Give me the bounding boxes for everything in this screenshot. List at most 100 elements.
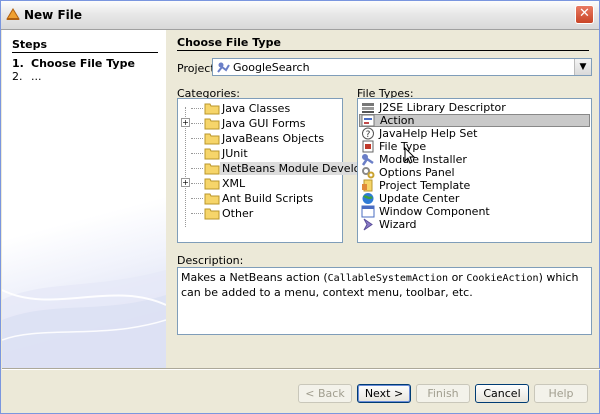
finish-button[interactable]: Finish <box>416 384 470 403</box>
description-part: or <box>448 271 467 284</box>
project-icon <box>217 62 230 73</box>
file-type-label: Module Installer <box>379 153 467 166</box>
tree-branch <box>191 183 203 184</box>
tree-branch <box>191 198 203 199</box>
tree-item-label: Java Classes <box>222 102 291 115</box>
file-type-label: Update Center <box>379 192 460 205</box>
file-type-label: Window Component <box>379 205 490 218</box>
mouse-pointer-icon <box>404 147 416 164</box>
file-type-wizard[interactable]: Wizard <box>359 218 590 231</box>
folder-icon <box>204 178 220 190</box>
folder-icon <box>204 193 220 205</box>
file-type-action[interactable]: Action <box>359 114 590 127</box>
tree-branch <box>191 108 203 109</box>
button-bar-divider-highlight <box>2 369 600 370</box>
tree-item-ant-build-scripts[interactable]: Ant Build Scripts <box>178 191 342 206</box>
library-icon <box>362 103 374 113</box>
tree-branch <box>191 153 203 154</box>
chevron-down-icon[interactable]: ▼ <box>574 59 591 75</box>
step-number: 2. <box>12 70 23 83</box>
file-type-label: J2SE Library Descriptor <box>379 101 506 114</box>
description-code: CallableSystemAction <box>327 273 449 284</box>
project-template-icon <box>362 179 373 192</box>
folder-icon <box>204 103 220 115</box>
file-type-j2se-library-descriptor[interactable]: J2SE Library Descriptor <box>359 101 590 114</box>
options-panel-icon <box>362 167 375 179</box>
file-type-file-type[interactable]: File Type <box>359 140 590 153</box>
step-number: 1. <box>12 57 24 70</box>
tree-branch <box>191 138 203 139</box>
tree-item-junit[interactable]: JUnit <box>178 146 342 161</box>
file-types-list[interactable]: J2SE Library Descriptor Action ? JavaHel… <box>357 98 592 243</box>
steps-title: Steps <box>12 38 48 51</box>
description-code: CookieAction <box>466 273 539 284</box>
project-value: GoogleSearch <box>233 61 310 74</box>
help-icon: ? <box>362 127 374 140</box>
tree-item-label: JUnit <box>222 147 248 160</box>
file-type-label: Options Panel <box>379 166 455 179</box>
folder-icon <box>204 148 220 160</box>
update-center-icon <box>362 193 374 204</box>
file-type-label: File Type <box>379 140 427 153</box>
expand-icon[interactable]: + <box>181 178 190 187</box>
window-component-icon <box>361 205 375 218</box>
file-type-module-installer[interactable]: Module Installer <box>359 153 590 166</box>
folder-icon <box>204 118 220 130</box>
svg-text:?: ? <box>366 130 371 140</box>
tree-item-label: JavaBeans Objects <box>222 132 325 145</box>
wizard-icon <box>363 218 373 231</box>
file-type-options-panel[interactable]: Options Panel <box>359 166 590 179</box>
window-title: New File <box>24 8 83 22</box>
description-text: Makes a NetBeans action (CallableSystemA… <box>177 267 592 335</box>
next-button[interactable]: Next > <box>357 384 411 403</box>
new-file-dialog: New File ✕ Steps 1. Choose File Type 2...… <box>0 0 600 414</box>
tree-branch <box>191 168 203 169</box>
folder-icon <box>204 208 220 220</box>
action-icon <box>361 114 375 127</box>
back-button[interactable]: < Back <box>298 384 352 403</box>
tree-branch <box>191 213 203 214</box>
file-type-project-template[interactable]: Project Template <box>359 179 590 192</box>
page-title: Choose File Type <box>177 36 281 49</box>
tree-item-java-gui-forms[interactable]: + Java GUI Forms <box>178 116 342 131</box>
cancel-button[interactable]: Cancel <box>475 384 529 403</box>
file-type-update-center[interactable]: Update Center <box>359 192 590 205</box>
file-type-javahelp-help-set[interactable]: ? JavaHelp Help Set <box>359 127 590 140</box>
decorative-wave <box>2 270 166 368</box>
file-type-window-component[interactable]: Window Component <box>359 205 590 218</box>
netbeans-app-icon <box>6 8 20 20</box>
description-part: Makes a NetBeans action ( <box>181 271 328 284</box>
help-button[interactable]: Help <box>534 384 588 403</box>
step-label: ... <box>31 70 42 83</box>
project-select[interactable]: GoogleSearch ▼ <box>212 58 592 76</box>
title-bar[interactable]: New File ✕ <box>1 1 599 30</box>
step-item: 2.... <box>12 70 42 83</box>
tree-item-netbeans-module-development[interactable]: NetBeans Module Development <box>178 161 399 176</box>
description-label: Description: <box>177 254 244 267</box>
tree-item-other[interactable]: Other <box>178 206 342 221</box>
close-icon[interactable]: ✕ <box>575 5 594 24</box>
content-panel: Choose File Type Project: GoogleSearch ▼… <box>167 30 599 368</box>
tree-item-label: XML <box>222 177 246 190</box>
file-type-label: Project Template <box>379 179 471 192</box>
file-type-label: Action <box>380 114 415 127</box>
tree-branch <box>191 123 203 124</box>
tree-item-label: Other <box>222 207 254 220</box>
file-type-label: JavaHelp Help Set <box>379 127 478 140</box>
expand-icon[interactable]: + <box>181 118 190 127</box>
folder-icon <box>204 163 220 175</box>
tree-item-label: Ant Build Scripts <box>222 192 314 205</box>
tree-item-label: Java GUI Forms <box>222 117 306 130</box>
tree-item-javabeans-objects[interactable]: JavaBeans Objects <box>178 131 342 146</box>
tree-item-xml[interactable]: + XML <box>178 176 342 191</box>
step-item: 1. Choose File Type <box>12 57 135 70</box>
tree-item-java-classes[interactable]: Java Classes <box>178 101 342 116</box>
file-type-label: Wizard <box>379 218 417 231</box>
steps-panel: Steps 1. Choose File Type 2.... <box>2 30 166 368</box>
steps-divider <box>12 52 158 53</box>
title-divider <box>177 50 589 51</box>
file-type-icon <box>362 140 374 153</box>
step-label: Choose File Type <box>31 57 135 70</box>
folder-icon <box>204 133 220 145</box>
categories-tree[interactable]: Java Classes + Java GUI Forms JavaBeans … <box>177 98 399 243</box>
